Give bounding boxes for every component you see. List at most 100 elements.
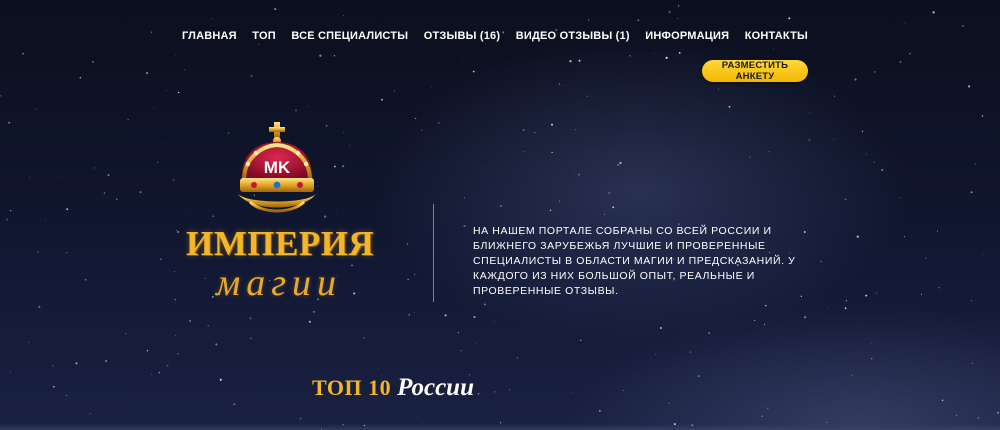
star — [464, 197, 465, 199]
star — [768, 151, 770, 153]
star — [899, 197, 901, 199]
star — [249, 317, 252, 320]
section-title: ТОП 10 России — [312, 374, 474, 402]
star — [826, 421, 828, 424]
star — [668, 10, 671, 13]
star — [342, 14, 344, 16]
star — [394, 90, 395, 92]
star — [8, 121, 11, 124]
star — [473, 316, 476, 319]
star — [207, 324, 209, 327]
star — [219, 378, 222, 381]
star — [865, 294, 868, 297]
star — [462, 58, 464, 60]
nav-top-link[interactable]: ТОП — [252, 30, 276, 42]
star — [668, 402, 670, 405]
intro-description: На нашем портале собраны со всей России … — [473, 225, 796, 297]
star — [125, 332, 127, 335]
star — [172, 178, 175, 181]
star — [637, 19, 640, 22]
star — [494, 391, 496, 393]
star — [549, 209, 552, 212]
star — [523, 151, 524, 152]
star — [150, 31, 153, 33]
logo-title: ИМПЕРИЯ — [186, 224, 375, 263]
nav-contacts-link[interactable]: КОНТАКТЫ — [745, 30, 808, 42]
star — [235, 369, 237, 370]
star — [881, 168, 884, 171]
star — [319, 54, 322, 57]
star — [103, 192, 105, 194]
star — [145, 72, 149, 75]
star — [808, 139, 811, 141]
star — [484, 303, 486, 306]
star — [84, 279, 87, 281]
logo-subtitle: магии — [215, 262, 343, 304]
star — [10, 210, 12, 212]
nav-video-reviews-link[interactable]: ВИДЕО ОТЗЫВЫ (1) — [516, 30, 630, 42]
post-profile-button[interactable]: РАЗМЕСТИТЬ АНКЕТУ — [702, 60, 808, 82]
star — [176, 230, 178, 231]
nav-reviews-link[interactable]: ОТЗЫВЫ (16) — [424, 30, 500, 42]
nav-information-link[interactable]: ИНФОРМАЦИЯ — [645, 30, 729, 42]
star — [377, 153, 379, 155]
crown-icon: MK — [238, 122, 316, 213]
star — [460, 349, 462, 352]
star — [804, 316, 807, 319]
star — [258, 44, 260, 45]
star — [833, 139, 834, 140]
star — [313, 311, 315, 313]
star — [534, 132, 536, 134]
star — [157, 161, 159, 163]
star — [653, 53, 655, 54]
star — [856, 235, 859, 238]
star — [333, 55, 336, 57]
star — [845, 198, 847, 201]
star — [622, 389, 625, 392]
star — [37, 251, 40, 253]
star — [697, 375, 700, 378]
star — [233, 403, 235, 405]
section-title-bold: ТОП 10 — [312, 375, 392, 400]
star — [981, 115, 984, 117]
star — [909, 53, 911, 55]
site-logo[interactable]: MK ИМПЕРИЯ магии — [186, 120, 376, 305]
starfield-background — [0, 4, 999, 430]
star — [153, 107, 155, 109]
star — [160, 258, 162, 260]
star — [871, 358, 873, 360]
star — [820, 260, 822, 263]
star — [89, 413, 91, 415]
star — [741, 216, 742, 217]
star — [174, 271, 175, 273]
section-title-italic: России — [397, 374, 474, 401]
star — [773, 48, 775, 50]
star — [52, 365, 54, 367]
star — [578, 174, 580, 176]
star — [574, 129, 576, 131]
star — [107, 174, 110, 177]
star — [932, 11, 935, 14]
star — [843, 198, 845, 200]
star — [761, 415, 763, 417]
star — [66, 208, 69, 211]
star — [655, 354, 657, 355]
star — [92, 61, 94, 63]
star — [299, 418, 302, 420]
star — [677, 4, 680, 7]
star — [444, 314, 447, 317]
star — [850, 374, 853, 377]
star — [608, 192, 610, 194]
star — [0, 95, 2, 97]
star — [421, 129, 423, 131]
star — [174, 298, 177, 301]
star — [921, 293, 923, 295]
star — [362, 336, 365, 339]
star — [562, 85, 564, 86]
nav-all-specialists-link[interactable]: ВСЕ СПЕЦИАЛИСТЫ — [291, 30, 408, 42]
nav-home-link[interactable]: ГЛАВНАЯ — [182, 30, 237, 42]
star — [961, 25, 964, 27]
star — [854, 78, 857, 81]
star — [308, 320, 311, 323]
star — [788, 17, 791, 20]
